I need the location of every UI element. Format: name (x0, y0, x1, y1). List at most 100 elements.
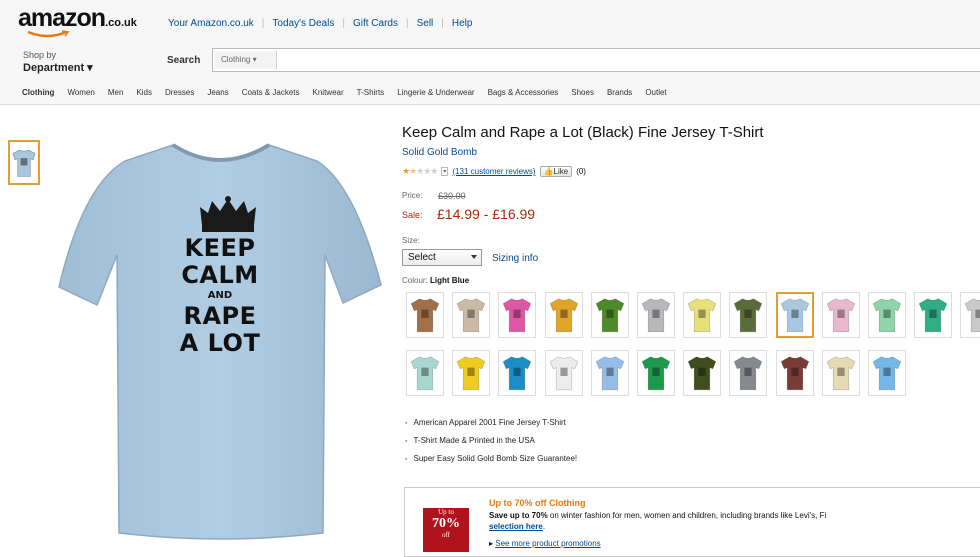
top-link-gift-cards[interactable]: Gift Cards (353, 18, 398, 29)
feature-bullets: American Apparel 2001 Fine Jersey T-Shir… (405, 418, 577, 472)
tshirt-icon (919, 298, 948, 333)
colour-swatch[interactable] (868, 292, 906, 338)
chevron-down-icon[interactable]: ▾ (441, 167, 449, 176)
nav-jeans[interactable]: Jeans (207, 88, 228, 97)
nav-knitwear[interactable]: Knitwear (313, 88, 344, 97)
colour-swatch[interactable] (683, 292, 722, 338)
colour-swatch[interactable] (683, 350, 722, 396)
search-label: Search (167, 55, 201, 66)
tshirt-icon (872, 298, 902, 333)
nav-dresses[interactable]: Dresses (165, 88, 194, 97)
top-link-sell[interactable]: Sell (417, 18, 434, 29)
amazon-logo[interactable]: amazon.co.uk (18, 4, 137, 33)
tshirt-icon (549, 356, 578, 391)
colour-swatch[interactable] (637, 350, 675, 396)
promo-headline[interactable]: Up to 70% off Clothing (489, 498, 586, 508)
top-link-your-amazon[interactable]: Your Amazon.co.uk (168, 18, 254, 29)
nav-bags[interactable]: Bags & Accessories (488, 88, 559, 97)
nav-clothing[interactable]: Clothing (22, 88, 54, 97)
colour-swatch[interactable] (452, 350, 491, 396)
tshirt-icon (595, 356, 624, 391)
customer-reviews-link[interactable]: (131 customer reviews) (452, 167, 535, 176)
tshirt-icon (826, 298, 855, 333)
sizing-info-link[interactable]: Sizing info (492, 253, 538, 264)
colour-swatch[interactable] (775, 350, 814, 396)
search-category-select[interactable]: Clothing ▾ (215, 51, 277, 69)
tshirt-icon (688, 356, 717, 391)
sale-label: Sale: (402, 210, 423, 220)
price-label: Price: (402, 191, 423, 200)
tshirt-icon (734, 298, 763, 333)
see-more-promotions[interactable]: ▸ See more product promotions (489, 539, 601, 548)
colour-swatch[interactable] (544, 350, 583, 396)
tshirt-icon (410, 356, 440, 391)
product-title: Keep Calm and Rape a Lot (Black) Fine Je… (402, 124, 764, 141)
tshirt-icon (410, 298, 440, 333)
department-dropdown[interactable]: Department ▾ (23, 61, 93, 74)
top-links: Your Amazon.co.uk | Today's Deals | Gift C… (168, 18, 473, 29)
slogan-line-2: CALM (181, 261, 259, 289)
tshirt-icon (641, 356, 671, 391)
brand-link[interactable]: Solid Gold Bomb (402, 147, 477, 158)
colour-swatch[interactable] (821, 350, 860, 396)
colour-swatch[interactable] (960, 292, 980, 338)
colour-swatch[interactable] (590, 350, 629, 396)
nav-tshirts[interactable]: T-Shirts (357, 88, 385, 97)
top-link-todays-deals[interactable]: Today's Deals (272, 18, 334, 29)
slogan-line-1: KEEP (184, 234, 256, 262)
like-button[interactable]: 👍Like (539, 166, 573, 177)
top-link-help[interactable]: Help (452, 18, 473, 29)
nav-brands[interactable]: Brands (607, 88, 632, 97)
sale-price: £14.99 - £16.99 (437, 206, 536, 222)
tshirt-icon (780, 298, 809, 333)
tshirt-icon (457, 298, 486, 333)
promo-text: Save up to 70% on winter fashion for men… (489, 511, 827, 531)
colour-swatch[interactable] (498, 292, 537, 338)
dropdown-arrow-icon (471, 255, 477, 259)
tshirt-icon (503, 356, 532, 391)
colour-label: Colour: Light Blue (402, 276, 470, 285)
tshirt-icon (457, 356, 486, 391)
tshirt-icon (965, 298, 980, 333)
size-select[interactable]: Select (402, 249, 482, 266)
bullet-item: Super Easy Solid Gold Bomb Size Guarante… (405, 454, 577, 463)
tshirt-icon (780, 356, 809, 391)
star-rating-icon[interactable]: ★★★★★ (402, 166, 438, 177)
colour-swatch[interactable] (544, 292, 583, 338)
colour-swatch[interactable] (452, 292, 491, 338)
colour-swatch[interactable] (775, 292, 814, 338)
tshirt-icon (641, 298, 671, 333)
colour-swatch[interactable] (406, 350, 444, 396)
colour-swatch[interactable] (498, 350, 537, 396)
colour-swatch[interactable] (590, 292, 629, 338)
nav-shoes[interactable]: Shoes (571, 88, 594, 97)
bullet-item: T-Shirt Made & Printed in the USA (405, 436, 577, 445)
promo-box: Up to 70% off Up to 70% off Clothing Sav… (404, 487, 980, 557)
site-header: amazon.co.uk Your Amazon.co.uk | Today's … (0, 0, 980, 105)
colour-swatch[interactable] (914, 292, 953, 338)
nav-women[interactable]: Women (67, 88, 94, 97)
nav-men[interactable]: Men (108, 88, 124, 97)
product-thumbnail[interactable] (8, 140, 40, 185)
colour-swatch[interactable] (729, 292, 768, 338)
nav-outlet[interactable]: Outlet (645, 88, 666, 97)
tshirt-icon (826, 356, 855, 391)
colour-swatch[interactable] (729, 350, 768, 396)
promo-selection-link[interactable]: selection here (489, 522, 543, 531)
nav-lingerie[interactable]: Lingerie & Underwear (397, 88, 474, 97)
promo-image[interactable]: Up to 70% off (423, 508, 469, 552)
colour-swatch[interactable] (868, 350, 906, 396)
colour-swatch[interactable] (637, 292, 675, 338)
slogan-line-3: AND (207, 290, 233, 301)
tshirt-icon (595, 298, 624, 333)
size-label: Size: (402, 236, 420, 245)
slogan-line-4: RAPE (183, 302, 257, 330)
tshirt-icon (503, 298, 532, 333)
nav-kids[interactable]: Kids (136, 88, 152, 97)
shirt-slogan: KEEP CALM AND RAPE A LOT (55, 235, 385, 357)
nav-coats-jackets[interactable]: Coats & Jackets (242, 88, 300, 97)
bullet-item: American Apparel 2001 Fine Jersey T-Shir… (405, 418, 577, 427)
colour-swatch[interactable] (406, 292, 444, 338)
colour-swatch[interactable] (821, 292, 860, 338)
search-input[interactable]: Clothing ▾ (212, 48, 980, 72)
